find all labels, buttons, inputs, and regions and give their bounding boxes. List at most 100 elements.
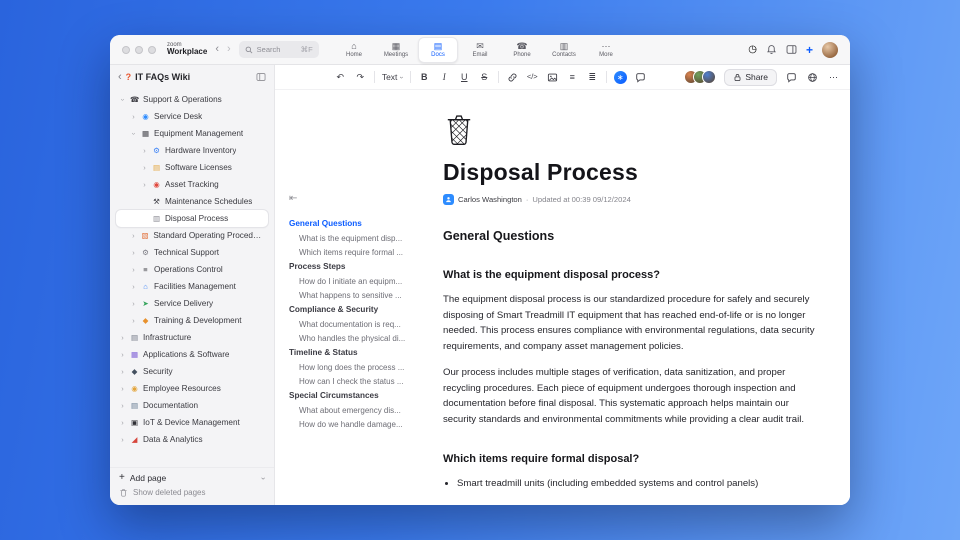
outline-subitem[interactable]: What documentation is req... bbox=[289, 317, 439, 331]
new-item-button[interactable]: + bbox=[806, 44, 813, 56]
outline-heading[interactable]: General Questions bbox=[289, 216, 439, 231]
outline-subitem[interactable]: How long does the process ... bbox=[289, 360, 439, 374]
sidebar-item[interactable]: › ▦ Equipment Management bbox=[116, 125, 268, 142]
outline-subitem[interactable]: How can I check the status ... bbox=[289, 374, 439, 388]
publish-web-button[interactable] bbox=[806, 70, 819, 85]
outline-subitem[interactable]: What happens to sensitive ... bbox=[289, 288, 439, 302]
sidebar-item[interactable]: › ◉ Service Desk bbox=[116, 108, 268, 125]
collaborator-avatar[interactable] bbox=[702, 70, 717, 84]
image-button[interactable] bbox=[546, 70, 559, 85]
notifications-icon[interactable] bbox=[766, 44, 777, 55]
chevron-right-icon[interactable]: › bbox=[119, 368, 126, 376]
underline-button[interactable]: U bbox=[458, 70, 471, 85]
sidebar-item[interactable]: › ▧ Standard Operating Procedures bbox=[116, 227, 268, 244]
outline-subitem[interactable]: Who handles the physical di... bbox=[289, 331, 439, 345]
chevron-down-icon[interactable]: › bbox=[129, 130, 138, 137]
sidebar-item[interactable]: › ▤ Infrastructure bbox=[116, 329, 268, 346]
sidebar-item[interactable]: › ◢ Data & Analytics bbox=[116, 431, 268, 448]
tab-meetings[interactable]: ▦ Meetings bbox=[376, 37, 416, 63]
sidebar-item[interactable]: › ▦ Applications & Software bbox=[116, 346, 268, 363]
search-input[interactable]: Search ⌘F bbox=[238, 41, 319, 58]
sidebar-item[interactable]: › ◉ Employee Resources bbox=[116, 380, 268, 397]
chevron-right-icon[interactable]: › bbox=[130, 266, 137, 274]
share-button[interactable]: Share bbox=[724, 68, 777, 86]
more-options-button[interactable]: ⋯ bbox=[827, 70, 840, 85]
close-window-button[interactable] bbox=[122, 45, 130, 54]
chevron-right-icon[interactable]: › bbox=[130, 113, 137, 121]
chevron-right-icon[interactable]: › bbox=[141, 147, 148, 155]
chevron-right-icon[interactable]: › bbox=[141, 181, 148, 189]
chevron-right-icon[interactable]: › bbox=[119, 436, 126, 444]
chevron-right-icon[interactable]: › bbox=[130, 300, 137, 308]
chevron-right-icon[interactable]: › bbox=[119, 419, 126, 427]
sidebar-item[interactable]: › ◉ Asset Tracking bbox=[116, 176, 268, 193]
link-button[interactable] bbox=[506, 70, 519, 85]
doc-area: ⇤ General Questions What is the equipment… bbox=[275, 90, 850, 505]
tab-phone[interactable]: ☎ Phone bbox=[502, 37, 542, 63]
strikethrough-button[interactable]: S bbox=[478, 70, 491, 85]
collapse-outline-icon[interactable]: ⇤ bbox=[289, 194, 297, 204]
sidebar-item[interactable]: › ▤ Software Licenses bbox=[116, 159, 268, 176]
sidebar-item[interactable]: › ▤ Documentation bbox=[116, 397, 268, 414]
outline-subitem[interactable]: What about emergency dis... bbox=[289, 403, 439, 417]
side-panel-icon[interactable] bbox=[786, 44, 797, 55]
comments-panel-button[interactable] bbox=[785, 70, 798, 85]
sidebar-item[interactable]: ›▥Disposal Process bbox=[116, 210, 268, 227]
inline-code-button[interactable]: </> bbox=[526, 70, 539, 85]
chevron-right-icon[interactable]: › bbox=[130, 283, 137, 291]
italic-button[interactable]: I bbox=[438, 70, 451, 85]
chevron-down-icon[interactable]: › bbox=[118, 96, 127, 103]
sidebar-item[interactable]: › ➤ Service Delivery bbox=[116, 295, 268, 312]
sidebar-item[interactable]: › ≡ Operations Control bbox=[116, 261, 268, 278]
chevron-right-icon[interactable]: › bbox=[130, 317, 137, 325]
maximize-window-button[interactable] bbox=[148, 45, 156, 54]
history-icon[interactable]: ◷ bbox=[748, 44, 757, 55]
chevron-right-icon[interactable]: › bbox=[130, 232, 137, 240]
tab-contacts[interactable]: ▥ Contacts bbox=[544, 37, 584, 63]
minimize-window-button[interactable] bbox=[135, 45, 143, 54]
outline-heading[interactable]: Special Circumstances bbox=[289, 388, 439, 403]
tab-email[interactable]: ✉ Email bbox=[460, 37, 500, 63]
sidebar-back-button[interactable]: ‹ bbox=[118, 71, 122, 83]
chevron-right-icon[interactable]: › bbox=[119, 334, 126, 342]
sidebar-item[interactable]: › ⚙ Technical Support bbox=[116, 244, 268, 261]
sidebar-item[interactable]: › ▣ IoT & Device Management bbox=[116, 414, 268, 431]
chevron-right-icon[interactable]: › bbox=[119, 385, 126, 393]
chevron-right-icon[interactable]: › bbox=[141, 164, 148, 172]
undo-button[interactable]: ↶ bbox=[334, 70, 347, 85]
outline-subitem[interactable]: Which items require formal ... bbox=[289, 245, 439, 259]
text-style-dropdown[interactable]: Text › bbox=[382, 70, 405, 85]
outline-heading[interactable]: Process Steps bbox=[289, 259, 439, 274]
outline-subitem[interactable]: How do we handle damage... bbox=[289, 417, 439, 431]
tab-docs[interactable]: ▤ Docs bbox=[418, 36, 458, 63]
show-deleted-pages-button[interactable]: Show deleted pages bbox=[119, 488, 265, 497]
sidebar-item[interactable]: › ⚙ Hardware Inventory bbox=[116, 142, 268, 159]
sidebar-item[interactable]: › ◆ Training & Development bbox=[116, 312, 268, 329]
add-page-button[interactable]: + Add page › bbox=[119, 473, 268, 484]
tab-home[interactable]: ⌂ Home bbox=[334, 37, 374, 63]
sidebar-item[interactable]: › ⌂ Facilities Management bbox=[116, 278, 268, 295]
outline-subitem[interactable]: How do I initiate an equipm... bbox=[289, 274, 439, 288]
chevron-right-icon[interactable]: › bbox=[130, 249, 137, 257]
outline-heading[interactable]: Timeline & Status bbox=[289, 345, 439, 360]
sidebar-item[interactable]: ›⚒Maintenance Schedules bbox=[116, 193, 268, 210]
user-avatar[interactable] bbox=[822, 41, 838, 58]
ai-companion-icon[interactable]: ∗ bbox=[613, 70, 627, 84]
search-placeholder: Search bbox=[256, 45, 281, 54]
doc-canvas[interactable]: Disposal Process Carlos Washington · Upd… bbox=[443, 90, 821, 505]
tab-more[interactable]: ⋯ More bbox=[586, 37, 626, 63]
chevron-right-icon[interactable]: › bbox=[119, 402, 126, 410]
align-button[interactable]: ≣ bbox=[586, 70, 599, 85]
back-button[interactable]: ‹ bbox=[215, 44, 219, 55]
redo-button[interactable]: ↷ bbox=[354, 70, 367, 85]
outline-subitem[interactable]: What is the equipment disp... bbox=[289, 231, 439, 245]
sidebar-item[interactable]: › ◆ Security bbox=[116, 363, 268, 380]
outline-heading[interactable]: Compliance & Security bbox=[289, 302, 439, 317]
bold-button[interactable]: B bbox=[418, 70, 431, 85]
bullet-list-button[interactable]: ≡ bbox=[566, 70, 579, 85]
collapse-sidebar-icon[interactable] bbox=[256, 72, 266, 82]
sidebar-item[interactable]: › ☎ Support & Operations bbox=[116, 91, 268, 108]
comment-button[interactable] bbox=[634, 70, 647, 85]
chevron-right-icon[interactable]: › bbox=[119, 351, 126, 359]
forward-button[interactable]: › bbox=[227, 44, 231, 55]
